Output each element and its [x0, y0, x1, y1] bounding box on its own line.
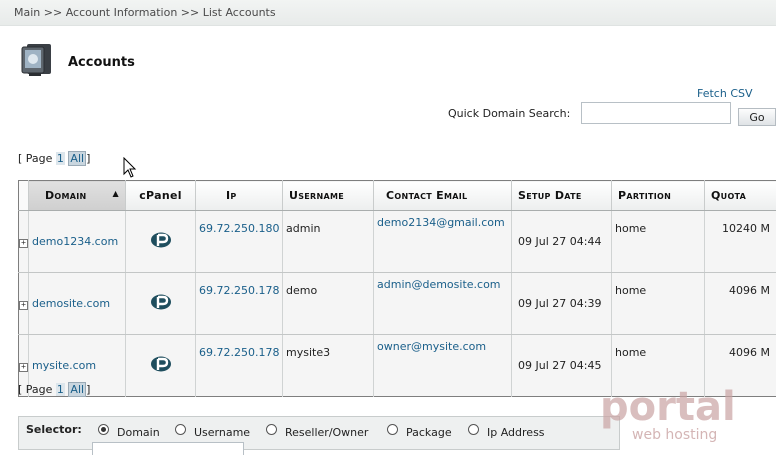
- cpanel-cell: [126, 273, 196, 335]
- accounts-table: Domain ▲ cPanel Ip Username Contact Emai…: [18, 180, 776, 397]
- contact-email-cell: owner@mysite.com: [374, 335, 512, 397]
- contact-email-link[interactable]: owner@mysite.com: [377, 340, 486, 353]
- domain-link[interactable]: demo1234.com: [32, 235, 118, 248]
- breadcrumb-account-information[interactable]: Account Information: [66, 6, 178, 19]
- expand-plus-icon[interactable]: +: [19, 363, 28, 372]
- cpanel-cell: [126, 211, 196, 273]
- username-cell: mysite3: [283, 335, 374, 397]
- pager-close: ]: [86, 152, 90, 165]
- page-1-link[interactable]: 1: [56, 152, 65, 165]
- cpanel-login-icon[interactable]: [150, 293, 172, 311]
- contact-email-cell: admin@demosite.com: [374, 273, 512, 335]
- ip-link[interactable]: 69.72.250.178: [199, 284, 279, 297]
- column-header-quota[interactable]: Quota: [705, 181, 776, 211]
- column-header-partition[interactable]: Partition: [612, 181, 705, 211]
- monitor-icon: [18, 42, 56, 78]
- breadcrumb: Main >> Account Information >> List Acco…: [0, 0, 776, 26]
- quota-cell: 10240 M: [705, 211, 776, 273]
- quick-domain-search-input[interactable]: [581, 102, 731, 124]
- column-header-domain[interactable]: Domain ▲: [29, 181, 126, 211]
- radio-domain-label[interactable]: Domain: [117, 426, 160, 439]
- setup-date-cell: 09 Jul 27 04:39: [512, 273, 612, 335]
- breadcrumb-separator: >>: [181, 6, 199, 19]
- username-cell: admin: [283, 211, 374, 273]
- table-header-row: Domain ▲ cPanel Ip Username Contact Emai…: [19, 181, 776, 211]
- expand-column-header: [19, 181, 29, 211]
- mouse-cursor-icon: [123, 157, 137, 179]
- partition-cell: home: [612, 273, 705, 335]
- table-row: + demo1234.com 69.72.250.180 admin demo2…: [19, 211, 776, 273]
- radio-username-label[interactable]: Username: [194, 426, 250, 439]
- expand-cell[interactable]: +: [19, 273, 29, 335]
- column-header-username[interactable]: Username: [283, 181, 374, 211]
- pager-close: ]: [86, 383, 90, 396]
- pager-bottom: [ Page 1 All]: [18, 383, 90, 396]
- domain-link[interactable]: mysite.com: [32, 359, 96, 372]
- portal-web-hosting-logo: portal web hosting: [598, 384, 748, 444]
- contact-email-link[interactable]: admin@demosite.com: [377, 278, 501, 291]
- ip-link[interactable]: 69.72.250.178: [199, 346, 279, 359]
- table-row: + demosite.com 69.72.250.178 demo admin@…: [19, 273, 776, 335]
- breadcrumb-main[interactable]: Main: [14, 6, 40, 19]
- partition-cell: home: [612, 211, 705, 273]
- expand-cell[interactable]: +: [19, 211, 29, 273]
- radio-ip-address[interactable]: [468, 424, 479, 435]
- contact-email-link[interactable]: demo2134@gmail.com: [377, 216, 505, 229]
- setup-date-cell: 09 Jul 27 04:44: [512, 211, 612, 273]
- page-all-link[interactable]: All: [68, 151, 86, 166]
- breadcrumb-separator: >>: [44, 6, 62, 19]
- cpanel-cell: [126, 335, 196, 397]
- ip-cell: 69.72.250.180: [196, 211, 283, 273]
- radio-reseller-owner[interactable]: [266, 424, 277, 435]
- go-button[interactable]: Go: [738, 108, 776, 126]
- domain-cell: demosite.com: [29, 273, 126, 335]
- breadcrumb-list-accounts: List Accounts: [203, 6, 276, 19]
- ip-link[interactable]: 69.72.250.180: [199, 222, 279, 235]
- radio-username[interactable]: [175, 424, 186, 435]
- radio-package[interactable]: [387, 424, 398, 435]
- contact-email-cell: demo2134@gmail.com: [374, 211, 512, 273]
- logo-brand-text: portal: [600, 384, 736, 430]
- pager-open: [ Page: [18, 152, 52, 165]
- cpanel-login-icon[interactable]: [150, 231, 172, 249]
- logo-sub-text: web hosting: [632, 427, 717, 443]
- page-all-link[interactable]: All: [68, 382, 86, 397]
- expand-plus-icon[interactable]: +: [19, 239, 28, 248]
- sort-ascending-icon: ▲: [113, 189, 119, 198]
- fetch-csv-link[interactable]: Fetch CSV: [697, 87, 753, 100]
- pager-top: [ Page 1 All]: [18, 152, 90, 165]
- username-cell: demo: [283, 273, 374, 335]
- selector-panel: Selector: Domain Username Reseller/Owner…: [18, 416, 620, 450]
- column-header-cpanel[interactable]: cPanel: [126, 181, 196, 211]
- pager-open: [ Page: [18, 383, 52, 396]
- domain-cell: demo1234.com: [29, 211, 126, 273]
- radio-ip-address-label[interactable]: Ip Address: [487, 426, 545, 439]
- cpanel-login-icon[interactable]: [150, 355, 172, 373]
- domain-link[interactable]: demosite.com: [32, 297, 110, 310]
- page-1-link[interactable]: 1: [56, 383, 65, 396]
- radio-reseller-owner-label[interactable]: Reseller/Owner: [285, 426, 368, 439]
- ip-cell: 69.72.250.178: [196, 335, 283, 397]
- column-header-contact-email[interactable]: Contact Email: [374, 181, 512, 211]
- radio-domain[interactable]: [98, 424, 109, 435]
- quota-cell: 4096 M: [705, 273, 776, 335]
- ip-cell: 69.72.250.178: [196, 273, 283, 335]
- expand-plus-icon[interactable]: +: [19, 301, 28, 310]
- page-title: Accounts: [68, 55, 135, 70]
- column-header-domain-label: Domain: [35, 189, 87, 202]
- radio-package-label[interactable]: Package: [406, 426, 452, 439]
- column-header-setup-date[interactable]: Setup Date: [512, 181, 612, 211]
- selector-label: Selector:: [26, 423, 82, 436]
- column-header-ip[interactable]: Ip: [196, 181, 283, 211]
- selector-search-input[interactable]: [92, 442, 244, 455]
- quick-domain-search-label: Quick Domain Search:: [448, 107, 570, 120]
- setup-date-cell: 09 Jul 27 04:45: [512, 335, 612, 397]
